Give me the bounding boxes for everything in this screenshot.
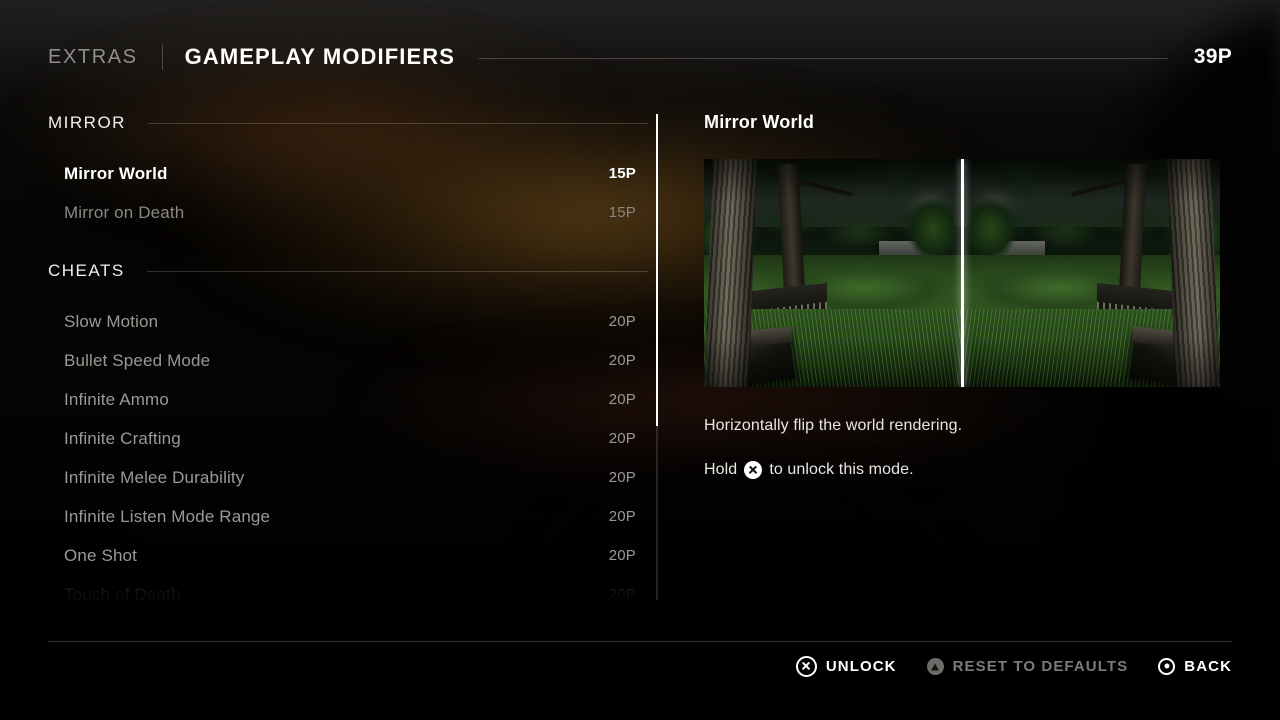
list-item-label: Infinite Melee Durability xyxy=(64,467,245,487)
triangle-button-icon xyxy=(926,657,944,675)
preview-shading xyxy=(962,159,1220,387)
list-item-label: Mirror on Death xyxy=(64,202,185,222)
detail-panel: Mirror World Horizontally flip the world… xyxy=(704,112,1232,479)
list-item-mirror-world[interactable]: Mirror World 15P xyxy=(48,154,648,193)
preview-half-right xyxy=(962,159,1220,387)
footer-divider xyxy=(48,641,1232,642)
list-item-cost: 20P xyxy=(608,352,636,369)
preview-half-left xyxy=(704,159,962,387)
points-balance: 39P xyxy=(1193,45,1232,68)
detail-title: Mirror World xyxy=(704,112,815,132)
detail-description: Horizontally flip the world rendering. xyxy=(704,417,963,434)
scrollbar-track[interactable] xyxy=(656,114,658,600)
prompt-label: UNLOCK xyxy=(825,657,897,675)
section-rule xyxy=(146,270,648,272)
header-rule xyxy=(479,57,1168,59)
list-item-cost: 15P xyxy=(608,204,636,221)
list-item-label: Mirror World xyxy=(64,163,168,183)
breadcrumb-parent[interactable]: EXTRAS xyxy=(48,46,138,69)
prompt-reset-to-defaults[interactable]: RESET TO DEFAULTS xyxy=(926,657,1129,675)
list-item-infinite-crafting[interactable]: Infinite Crafting 20P xyxy=(48,419,648,458)
list-item-cost: 20P xyxy=(608,313,636,330)
list-item-cost: 20P xyxy=(608,391,636,408)
prompt-label: RESET TO DEFAULTS xyxy=(952,657,1129,675)
unlock-hint-prefix: Hold xyxy=(704,461,738,478)
list-item-infinite-listen-mode-range[interactable]: Infinite Listen Mode Range 20P xyxy=(48,497,648,536)
list-item-cost: 15P xyxy=(608,165,636,182)
list-item-infinite-ammo[interactable]: Infinite Ammo 20P xyxy=(48,380,648,419)
cross-button-icon xyxy=(795,655,817,677)
list-item-label: Bullet Speed Mode xyxy=(64,350,211,370)
section-header-cheats: CHEATS xyxy=(48,260,648,282)
section-rule xyxy=(147,122,648,124)
breadcrumb: EXTRAS GAMEPLAY MODIFIERS 39P xyxy=(48,40,1232,74)
scrollbar-thumb[interactable] xyxy=(656,114,658,426)
mirror-divider-line xyxy=(960,159,964,387)
list-item-mirror-on-death[interactable]: Mirror on Death 15P xyxy=(48,193,648,232)
section-title: CHEATS xyxy=(48,261,125,280)
modifier-list[interactable]: MIRROR Mirror World 15P Mirror on Death … xyxy=(48,112,648,612)
list-item-cost: 20P xyxy=(608,469,636,486)
page-header: EXTRAS GAMEPLAY MODIFIERS 39P xyxy=(0,0,1280,100)
list-item-infinite-melee-durability[interactable]: Infinite Melee Durability 20P xyxy=(48,458,648,497)
preview-scene-mirrored xyxy=(962,159,1220,387)
unlock-hint: Hold to unlock this mode. xyxy=(704,461,1232,479)
list-item-label: Infinite Listen Mode Range xyxy=(64,506,271,526)
unlock-hint-suffix: to unlock this mode. xyxy=(769,461,914,478)
modifier-preview-image xyxy=(704,159,1220,387)
list-item-bullet-speed-mode[interactable]: Bullet Speed Mode 20P xyxy=(48,341,648,380)
list-item-cost: 20P xyxy=(608,508,636,525)
breadcrumb-separator xyxy=(161,44,163,70)
list-item-label: Infinite Ammo xyxy=(64,389,169,409)
page-title: GAMEPLAY MODIFIERS xyxy=(184,44,456,69)
list-item-cost: 20P xyxy=(608,547,636,564)
section-title: MIRROR xyxy=(48,113,126,132)
button-prompt-bar: UNLOCK RESET TO DEFAULTS BACK xyxy=(795,652,1232,680)
list-item-slow-motion[interactable]: Slow Motion 20P xyxy=(48,302,648,341)
cross-button-icon xyxy=(744,461,763,479)
prompt-label: BACK xyxy=(1184,657,1232,675)
prompt-unlock[interactable]: UNLOCK xyxy=(795,655,897,677)
list-item-cost: 20P xyxy=(608,430,636,447)
list-item-touch-of-death[interactable]: Touch of Death 20P xyxy=(48,575,648,612)
preview-shading xyxy=(704,159,962,387)
preview-scene xyxy=(704,159,962,387)
list-item-label: Infinite Crafting xyxy=(64,428,181,448)
list-item-label: One Shot xyxy=(64,545,138,565)
circle-button-icon xyxy=(1158,657,1176,675)
section-header-mirror: MIRROR xyxy=(48,112,648,134)
list-item-label: Touch of Death xyxy=(64,584,181,604)
list-item-one-shot[interactable]: One Shot 20P xyxy=(48,536,648,575)
list-item-label: Slow Motion xyxy=(64,311,159,331)
prompt-back[interactable]: BACK xyxy=(1158,657,1232,675)
list-item-cost: 20P xyxy=(608,586,636,603)
